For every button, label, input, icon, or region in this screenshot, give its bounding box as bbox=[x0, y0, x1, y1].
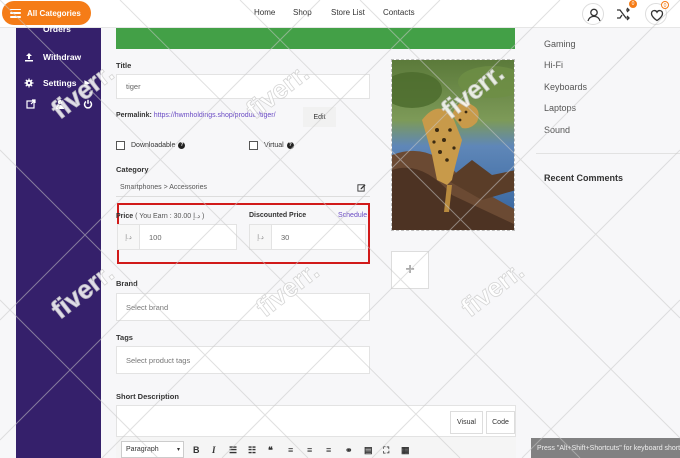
permalink-label: Permalink: bbox=[116, 112, 152, 119]
discounted-price-value: 30 bbox=[281, 232, 290, 242]
downloadable-label: Downloadable bbox=[131, 142, 176, 149]
category-link[interactable]: Hi-Fi bbox=[544, 60, 563, 70]
help-icon: ? bbox=[286, 142, 294, 149]
schedule-link[interactable]: Schedule bbox=[338, 212, 367, 219]
account-button[interactable] bbox=[582, 3, 604, 25]
chevron-down-icon: ▾ bbox=[176, 447, 180, 453]
wishlist-count-badge: 0 bbox=[661, 1, 669, 9]
bullet-list-icon[interactable]: ☰ bbox=[229, 445, 237, 456]
dashboard-sidebar: Orders Withdraw Settings ▶ bbox=[16, 24, 101, 458]
category-link[interactable]: Laptops bbox=[544, 103, 576, 113]
category-link[interactable]: Gaming bbox=[544, 39, 576, 49]
sidebar-item-label: Settings bbox=[43, 78, 77, 88]
permalink-url[interactable]: https://hwmholdings.shop/product/tiger/ bbox=[154, 112, 276, 119]
keyboard-shortcut-hint: Press "Alt+Shift+Shortcuts" for keyboard… bbox=[531, 438, 680, 458]
plus-icon: + bbox=[405, 261, 415, 278]
leopard-image bbox=[392, 60, 514, 230]
external-link-icon[interactable] bbox=[26, 99, 36, 109]
sidebar-item-label: Withdraw bbox=[43, 52, 82, 62]
nav-shop[interactable]: Shop bbox=[293, 8, 312, 17]
tags-label: Tags bbox=[116, 333, 133, 342]
sidebar-item-withdraw[interactable]: Withdraw bbox=[24, 52, 81, 62]
price-label: Price ( You Earn : 30.00 د.إ ) bbox=[116, 213, 205, 220]
edit-icon[interactable] bbox=[357, 183, 366, 192]
nav-contacts[interactable]: Contacts bbox=[383, 8, 415, 17]
tab-visual[interactable]: Visual bbox=[450, 411, 483, 434]
short-description-label: Short Description bbox=[116, 392, 179, 401]
all-categories-label: All Categories bbox=[27, 8, 81, 18]
discounted-price-input[interactable]: د.إ 30 bbox=[249, 224, 366, 250]
menu-icon bbox=[10, 8, 21, 18]
paragraph-format-select[interactable]: Paragraph ▾ bbox=[121, 441, 184, 458]
align-left-icon[interactable]: ≡ bbox=[288, 445, 293, 455]
virtual-label: Virtual bbox=[264, 142, 284, 149]
toolbar-toggle-icon[interactable]: ▦ bbox=[401, 445, 410, 456]
tab-code[interactable]: Code bbox=[486, 411, 515, 434]
divider bbox=[536, 153, 680, 154]
nav-store-list[interactable]: Store List bbox=[331, 8, 365, 17]
user-icon bbox=[587, 8, 601, 22]
price-value: 100 bbox=[149, 232, 162, 242]
all-categories-button[interactable]: All Categories bbox=[2, 1, 91, 25]
category-select[interactable]: Smartphones > Accessories bbox=[116, 178, 370, 197]
title-input[interactable]: tiger bbox=[116, 74, 370, 99]
downloadable-checkbox[interactable]: Downloadable ? bbox=[116, 141, 186, 150]
sidebar-item-settings[interactable]: Settings ▶ bbox=[24, 78, 90, 88]
category-label: Category bbox=[116, 165, 149, 174]
price-earn-note: ( You Earn : 30.00 د.إ ) bbox=[135, 213, 205, 220]
read-more-icon[interactable]: ▤ bbox=[364, 445, 373, 456]
discounted-price-label: Discounted Price bbox=[249, 212, 307, 219]
currency-symbol: د.إ bbox=[118, 225, 140, 249]
compare-button[interactable]: 0 bbox=[612, 0, 637, 25]
link-icon[interactable]: ⚭ bbox=[345, 445, 353, 456]
currency-symbol: د.إ bbox=[250, 225, 272, 249]
gear-icon bbox=[24, 78, 34, 88]
upload-icon bbox=[25, 53, 33, 62]
italic-icon[interactable]: I bbox=[212, 445, 216, 455]
permalink: Permalink: https://hwmholdings.shop/prod… bbox=[116, 112, 276, 119]
compare-count-badge: 0 bbox=[629, 0, 637, 8]
virtual-checkbox[interactable]: Virtual ? bbox=[249, 141, 294, 150]
nav-home[interactable]: Home bbox=[254, 8, 275, 17]
bold-icon[interactable]: B bbox=[193, 445, 200, 455]
product-image[interactable] bbox=[391, 59, 515, 231]
chevron-right-icon: ▶ bbox=[84, 80, 90, 87]
add-gallery-image-button[interactable]: + bbox=[391, 251, 429, 289]
sidebar-item-orders[interactable]: Orders bbox=[24, 24, 71, 34]
wishlist-button[interactable]: 0 bbox=[645, 1, 669, 25]
page: All Categories Home Shop Store List Cont… bbox=[0, 0, 680, 458]
category-value: Smartphones > Accessories bbox=[120, 183, 207, 191]
align-center-icon[interactable]: ≡ bbox=[307, 445, 312, 455]
numbered-list-icon[interactable]: ☷ bbox=[248, 445, 256, 456]
blockquote-icon[interactable]: ❝ bbox=[268, 445, 273, 456]
success-notice bbox=[116, 28, 515, 49]
brand-select[interactable]: Select brand bbox=[116, 293, 370, 321]
power-icon[interactable] bbox=[83, 99, 93, 109]
user-icon[interactable] bbox=[55, 99, 65, 109]
brand-label: Brand bbox=[116, 279, 138, 288]
title-label: Title bbox=[116, 61, 132, 70]
help-icon: ? bbox=[178, 142, 186, 149]
price-input[interactable]: د.إ 100 bbox=[117, 224, 237, 250]
category-link[interactable]: Sound bbox=[544, 125, 570, 135]
recent-comments-heading: Recent Comments bbox=[544, 173, 624, 183]
top-navbar: All Categories Home Shop Store List Cont… bbox=[0, 0, 680, 28]
tags-select[interactable]: Select product tags bbox=[116, 346, 370, 374]
sidebar-item-label: Orders bbox=[43, 24, 71, 34]
edit-permalink-button[interactable]: Edit bbox=[303, 107, 336, 127]
fullscreen-icon[interactable]: ⛶ bbox=[383, 445, 389, 456]
watermark-text: fiverr. bbox=[455, 255, 529, 322]
category-link[interactable]: Keyboards bbox=[544, 82, 587, 92]
align-right-icon[interactable]: ≡ bbox=[326, 445, 331, 455]
